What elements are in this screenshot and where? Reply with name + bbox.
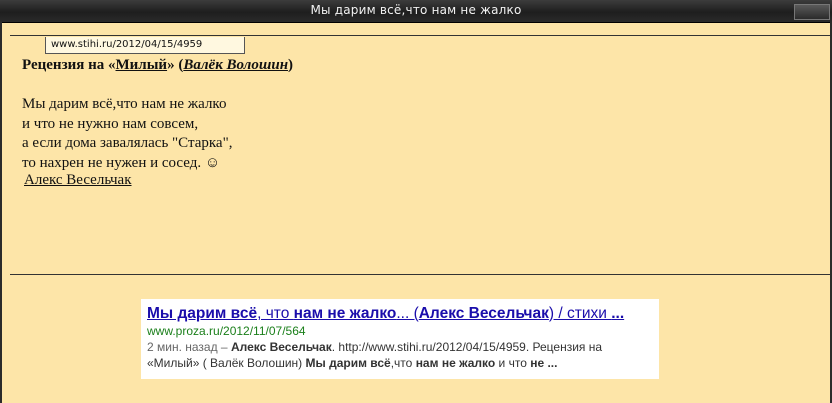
title-parts-segment: ... ( [396, 305, 419, 322]
title-parts-segment: ) / стихи [548, 305, 612, 322]
snippet-parts-segment: нам не жалко [415, 356, 496, 370]
title-parts-segment: ... [611, 305, 625, 322]
snippet-parts-segment: 2 мин. назад – [147, 340, 231, 354]
divider-top [10, 35, 830, 36]
title-parts-segment: Алекс Весельчак [418, 305, 549, 322]
poem-line: и что не нужно нам совсем, [22, 115, 199, 132]
search-result-snippet: 2 мин. назад – Алекс Весельчак. http://w… [147, 339, 653, 371]
author-link[interactable]: Валёк Волошин [183, 57, 288, 73]
poem-line: а если дома завалялась "Старка", [22, 135, 233, 151]
divider-middle [10, 274, 830, 275]
search-result-title-link[interactable]: Мы дарим всё, что нам не жалко... (Алекс… [147, 305, 653, 323]
url-tooltip: www.stihi.ru/2012/04/15/4959 [45, 37, 245, 54]
window-titlebar: Мы дарим всё,что нам не жалко [0, 0, 832, 23]
review-heading: Рецензия на «Милый» (Валёк Волошин) [22, 57, 293, 74]
search-result-card: Мы дарим всё, что нам не жалко... (Алекс… [141, 299, 659, 379]
title-parts-segment: нам не жалко [293, 305, 397, 322]
snippet-parts-segment: ,что [390, 356, 416, 370]
snippet-parts-segment: и что [495, 356, 531, 370]
review-prefix: Рецензия на « [22, 57, 116, 73]
window-title: Мы дарим всё,что нам не жалко [310, 3, 522, 17]
poem-line: Мы дарим всё,что нам не жалко [22, 96, 227, 112]
snippet-parts-segment: не ... [530, 356, 558, 370]
window-frame-left [0, 22, 2, 403]
title-parts-segment: , что [257, 305, 294, 322]
window-control-button[interactable] [794, 4, 830, 20]
review-middle: » ( [167, 57, 184, 73]
title-parts-segment: Мы дарим всё [147, 305, 258, 322]
snippet-parts-segment: Мы дарим всё [305, 356, 391, 370]
poem-line: то нахрен не нужен и сосед. ☺ [22, 154, 221, 171]
snippet-parts-segment: Алекс Весельчак [230, 340, 332, 354]
poem-text: Мы дарим всё,что нам не жалко и что не н… [22, 95, 232, 173]
review-suffix: ) [288, 57, 294, 73]
signature-link[interactable]: Алекс Весельчак [24, 172, 132, 189]
work-title-link[interactable]: Милый [116, 57, 168, 73]
search-result-url: www.proza.ru/2012/11/07/564 [147, 324, 306, 338]
